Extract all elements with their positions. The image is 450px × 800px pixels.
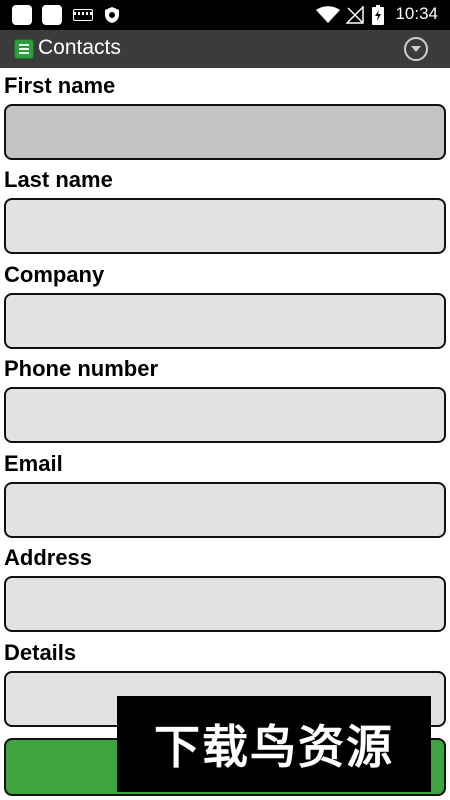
email-label: Email bbox=[4, 451, 63, 476]
last-name-label: Last name bbox=[4, 167, 113, 192]
first-name-label: First name bbox=[4, 73, 116, 98]
watermark: 下载鸟资源 bbox=[117, 696, 431, 792]
no-signal-icon bbox=[346, 6, 364, 24]
action-bar: Contacts bbox=[0, 30, 450, 68]
phone-number-field[interactable] bbox=[4, 387, 446, 443]
address-field[interactable] bbox=[4, 576, 446, 632]
address-label: Address bbox=[4, 545, 93, 570]
keyboard-icon bbox=[73, 9, 93, 21]
app-square-icon bbox=[12, 5, 32, 25]
status-time: 10:34 bbox=[395, 4, 438, 23]
notepad-icon bbox=[14, 39, 34, 59]
company-field[interactable] bbox=[4, 293, 446, 349]
first-name-field[interactable] bbox=[4, 104, 446, 160]
last-name-field[interactable] bbox=[4, 198, 446, 254]
page-title: Contacts bbox=[38, 36, 121, 59]
wifi-icon bbox=[316, 6, 340, 23]
shield-icon bbox=[105, 7, 119, 23]
phone-number-label: Phone number bbox=[4, 356, 159, 381]
email-field[interactable] bbox=[4, 482, 446, 538]
company-label: Company bbox=[4, 262, 105, 287]
chevron-down-circle-icon[interactable] bbox=[404, 37, 428, 61]
status-bar: 10:34 bbox=[0, 0, 450, 30]
app-square-icon bbox=[42, 5, 62, 25]
battery-charging-icon bbox=[372, 5, 384, 25]
details-label: Details bbox=[4, 640, 77, 665]
